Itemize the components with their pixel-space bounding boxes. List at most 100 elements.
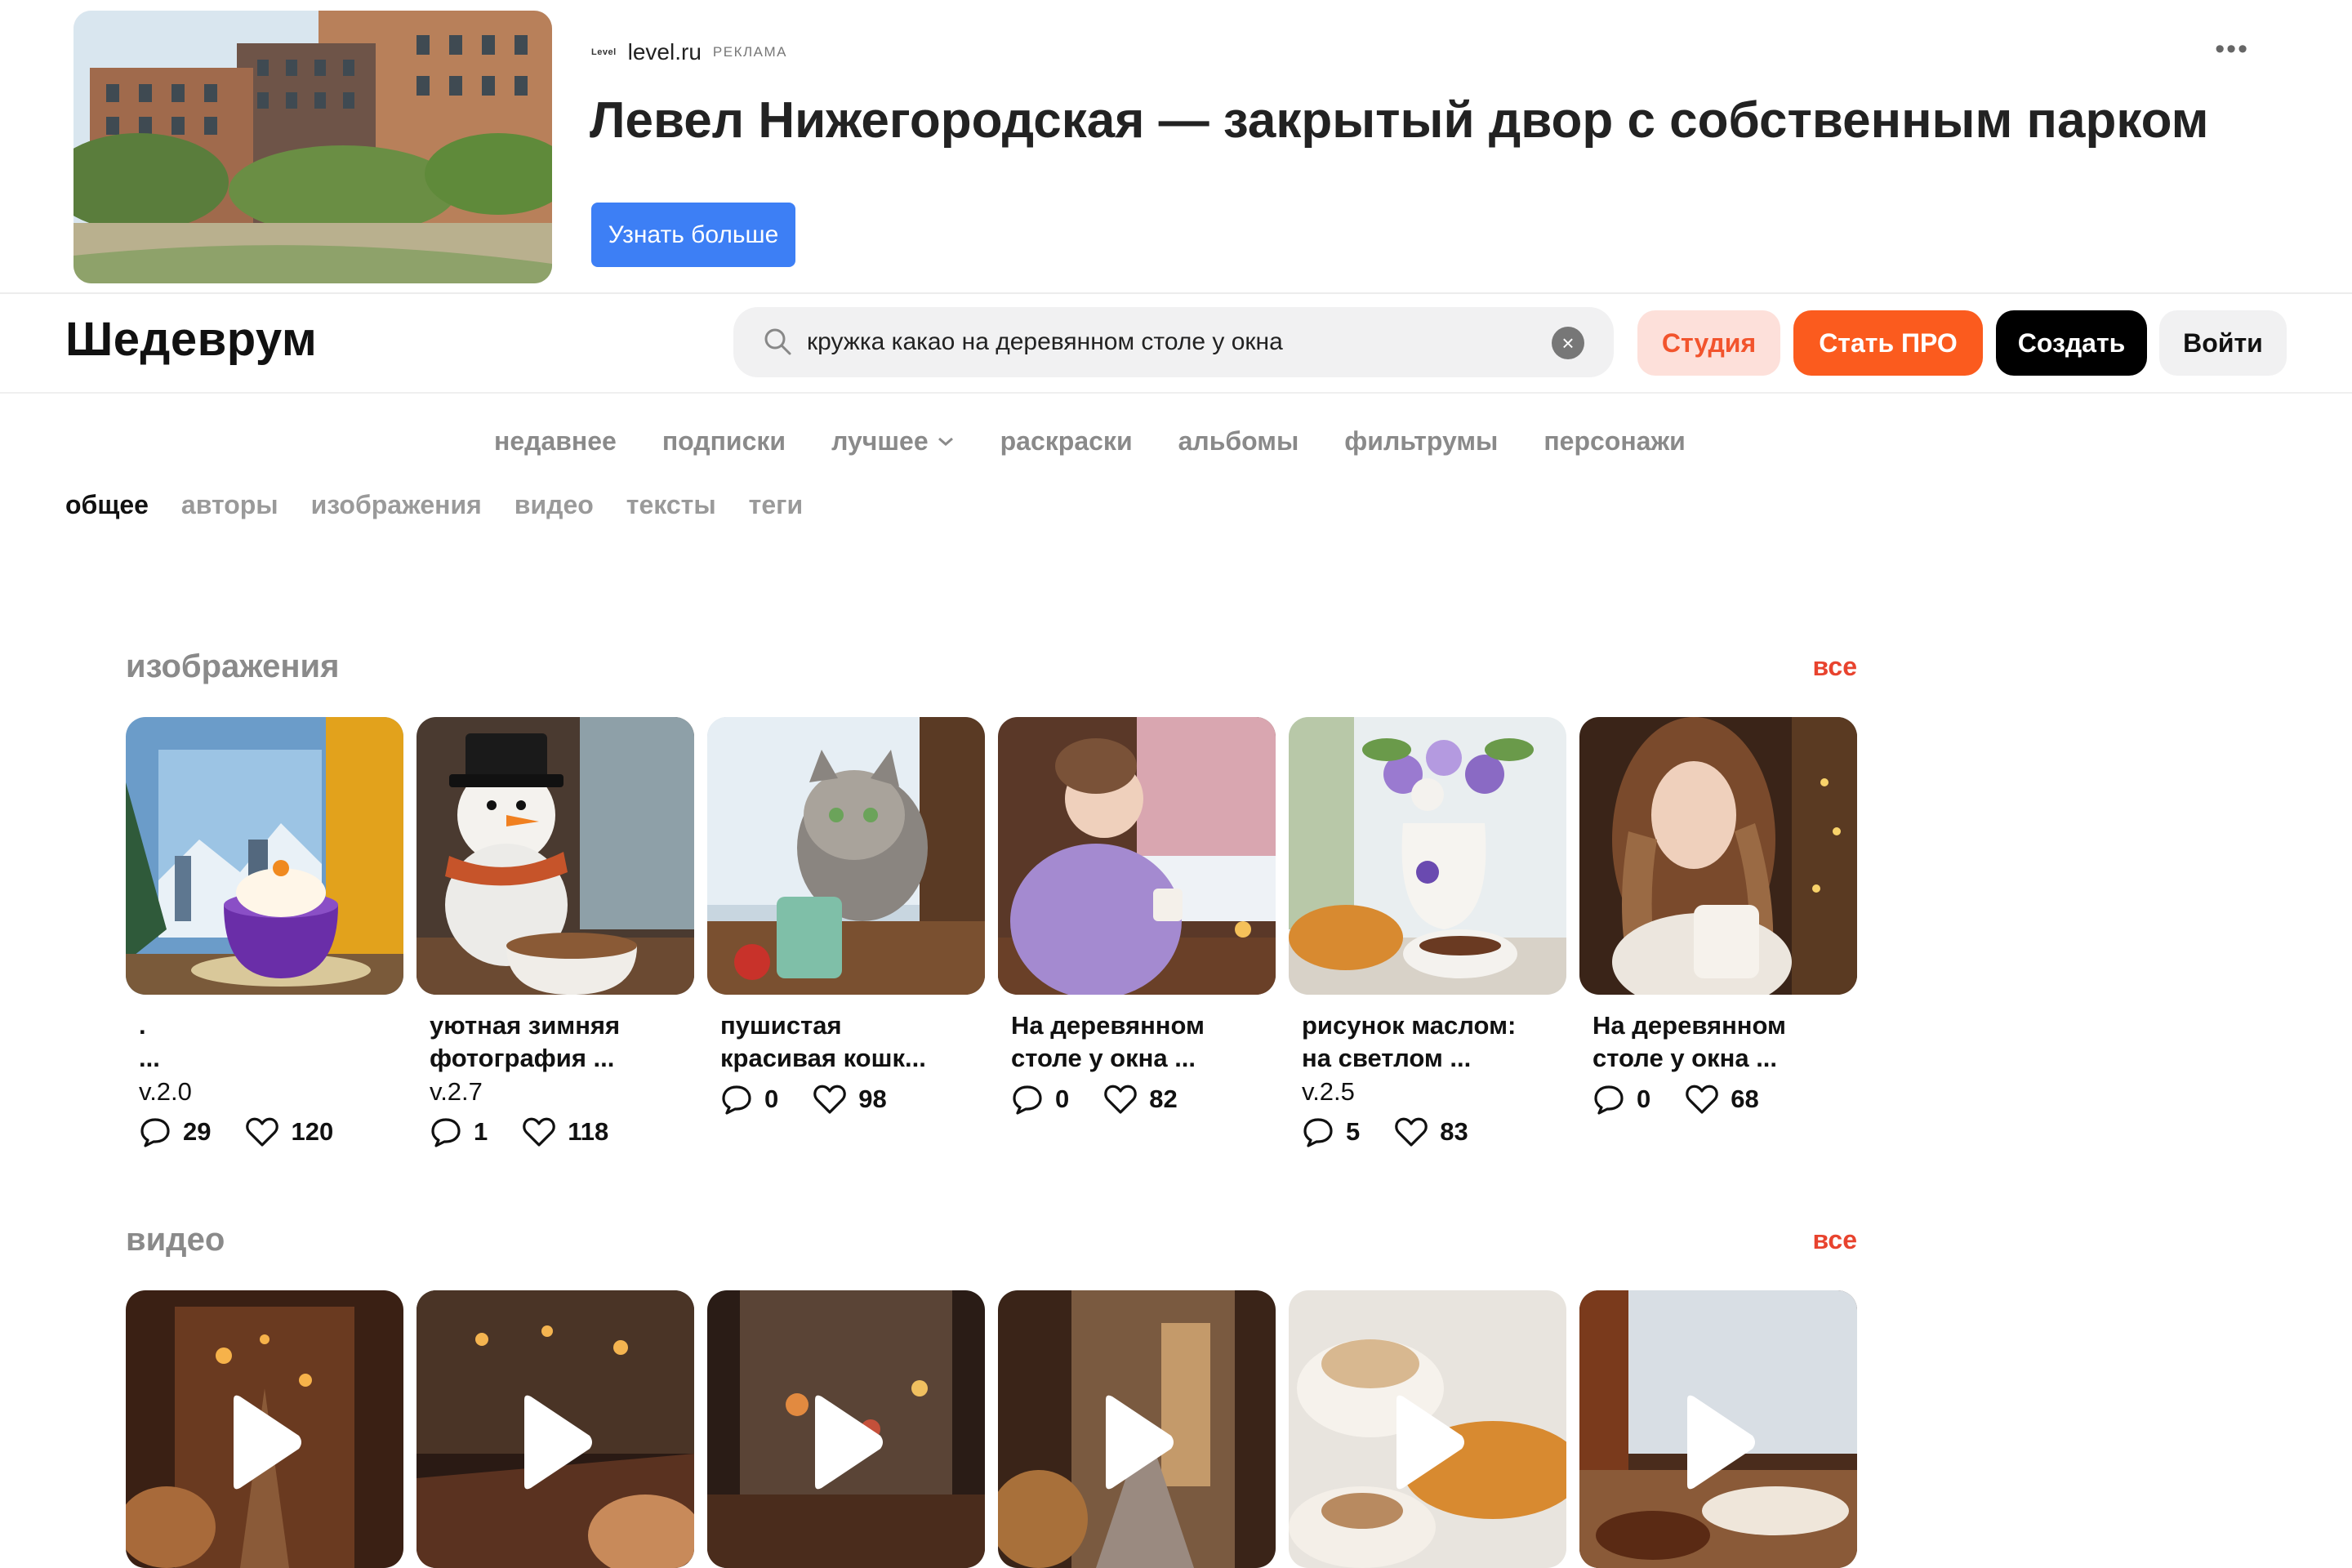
comments-stat[interactable]: 29	[139, 1116, 211, 1148]
image-thumbnail[interactable]	[1289, 717, 1566, 995]
likes-stat[interactable]: 98	[813, 1083, 887, 1116]
studio-button[interactable]: Студия	[1637, 310, 1780, 376]
nav-item-characters[interactable]: персонажи	[1544, 426, 1686, 457]
clear-search-icon[interactable]: ×	[1552, 327, 1584, 359]
become-pro-button[interactable]: Стать ПРО	[1793, 310, 1983, 376]
likes-stat[interactable]: 118	[522, 1116, 608, 1148]
likes-stat[interactable]: 82	[1103, 1083, 1178, 1116]
comments-stat[interactable]: 1	[430, 1116, 488, 1148]
video-card[interactable]	[126, 1290, 403, 1568]
heart-icon	[523, 1117, 555, 1147]
tab-texts[interactable]: тексты	[626, 490, 716, 520]
video-thumbnail[interactable]	[416, 1290, 694, 1568]
image-thumbnail[interactable]	[707, 717, 985, 995]
video-card[interactable]	[1289, 1290, 1566, 1568]
card-title-line-1: уютная зимняя	[430, 1011, 621, 1040]
card-title-line-2: фотография ...	[430, 1044, 615, 1072]
card-stats: 0 68	[1592, 1083, 1844, 1116]
ad-domain[interactable]: level.ru	[628, 39, 702, 65]
card-title: рисунок маслом: на светлом ...	[1302, 1009, 1553, 1075]
image-card[interactable]: рисунок маслом: на светлом ... v.2.5 5 8…	[1289, 717, 1566, 1148]
image-thumbnail[interactable]	[416, 717, 694, 995]
image-card[interactable]: . ... v.2.0 29 120	[126, 717, 403, 1148]
tab-tags[interactable]: теги	[749, 490, 803, 520]
image-card[interactable]: пушистая красивая кошк... 0 98	[707, 717, 985, 1116]
comment-icon	[431, 1118, 461, 1147]
video-card[interactable]	[1579, 1290, 1857, 1568]
comments-stat[interactable]: 0	[1592, 1083, 1650, 1116]
video-thumbnail[interactable]	[1579, 1290, 1857, 1568]
image-thumbnail[interactable]	[998, 717, 1276, 995]
create-button[interactable]: Создать	[1996, 310, 2147, 376]
comments-count: 0	[764, 1085, 779, 1113]
card-stats: 1 118	[430, 1116, 681, 1148]
likes-stat[interactable]: 83	[1394, 1116, 1468, 1148]
video-card[interactable]	[416, 1290, 694, 1568]
play-icon[interactable]	[516, 1393, 595, 1491]
ad-banner[interactable]: Level level.ru реклама ••• Левел Нижегор…	[0, 0, 2352, 294]
video-thumbnail[interactable]	[998, 1290, 1276, 1568]
play-icon[interactable]	[225, 1393, 304, 1491]
card-title: пушистая красивая кошк...	[720, 1009, 972, 1075]
comment-icon	[722, 1085, 751, 1115]
nav-item-albums[interactable]: альбомы	[1178, 426, 1299, 457]
image-thumbnail[interactable]	[126, 717, 403, 995]
tab-images[interactable]: изображения	[311, 490, 482, 520]
nav-item-filtrums[interactable]: фильтрумы	[1344, 426, 1498, 457]
likes-stat[interactable]: 120	[245, 1116, 333, 1148]
ad-label: реклама	[712, 44, 787, 60]
play-icon[interactable]	[1098, 1393, 1176, 1491]
card-title: уютная зимняя фотография ...	[430, 1009, 681, 1075]
play-icon[interactable]	[1679, 1393, 1757, 1491]
comments-count: 0	[1055, 1085, 1070, 1113]
ad-title[interactable]: Левел Нижегородская — закрытый двор с со…	[590, 91, 2209, 149]
ad-source: Level level.ru реклама	[591, 39, 787, 65]
image-card[interactable]: На деревянном столе у окна ... 0 68	[1579, 717, 1857, 1116]
card-title-line-1: рисунок маслом:	[1302, 1011, 1517, 1040]
more-dots-icon[interactable]: •••	[2215, 35, 2249, 63]
login-button[interactable]: Войти	[2159, 310, 2287, 376]
play-icon[interactable]	[1388, 1393, 1467, 1491]
image-card[interactable]: На деревянном столе у окна ... 0 82	[998, 717, 1276, 1116]
tab-general[interactable]: общее	[65, 490, 149, 520]
images-section-title: изображения	[126, 648, 340, 684]
video-card[interactable]	[998, 1290, 1276, 1568]
card-stats: 5 83	[1302, 1116, 1553, 1148]
image-thumbnail[interactable]	[1579, 717, 1857, 995]
search-bar[interactable]: ×	[733, 307, 1614, 377]
video-thumbnail[interactable]	[707, 1290, 985, 1568]
comment-icon	[140, 1118, 170, 1147]
comments-stat[interactable]: 0	[1011, 1083, 1069, 1116]
card-title-line-1: На деревянном	[1011, 1011, 1205, 1040]
card-stats: 0 98	[720, 1083, 972, 1116]
ad-learn-more-button[interactable]: Узнать больше	[591, 203, 795, 267]
ad-image[interactable]	[74, 11, 552, 283]
tab-authors[interactable]: авторы	[181, 490, 278, 520]
images-see-all-link[interactable]: все	[1813, 652, 1857, 682]
card-title-line-2: красивая кошк...	[720, 1044, 926, 1072]
card-title-line-1: .	[139, 1011, 146, 1040]
tab-videos[interactable]: видео	[514, 490, 594, 520]
comments-stat[interactable]: 5	[1302, 1116, 1360, 1148]
nav-item-recent[interactable]: недавнее	[494, 426, 617, 457]
nav-item-best[interactable]: лучшее	[831, 426, 955, 457]
card-title-line-2: на светлом ...	[1302, 1044, 1472, 1072]
comments-stat[interactable]: 0	[720, 1083, 778, 1116]
likes-stat[interactable]: 68	[1685, 1083, 1759, 1116]
card-title-line-1: пушистая	[720, 1011, 842, 1040]
search-input[interactable]	[807, 307, 1526, 377]
site-logo[interactable]: Шедеврум	[65, 312, 317, 367]
card-title-line-2: ...	[139, 1044, 160, 1072]
nav-item-coloring[interactable]: раскраски	[1000, 426, 1133, 457]
image-card[interactable]: уютная зимняя фотография ... v.2.7 1 118	[416, 717, 694, 1148]
comment-icon	[1594, 1085, 1624, 1115]
play-icon[interactable]	[807, 1393, 885, 1491]
video-see-all-link[interactable]: все	[1813, 1225, 1857, 1255]
nav-item-subscriptions[interactable]: подписки	[662, 426, 786, 457]
comment-icon	[1303, 1118, 1333, 1147]
nav-item-best-label: лучшее	[831, 426, 929, 456]
video-thumbnail[interactable]	[1289, 1290, 1566, 1568]
video-card[interactable]	[707, 1290, 985, 1568]
card-stats: 29 120	[139, 1116, 390, 1148]
video-thumbnail[interactable]	[126, 1290, 403, 1568]
